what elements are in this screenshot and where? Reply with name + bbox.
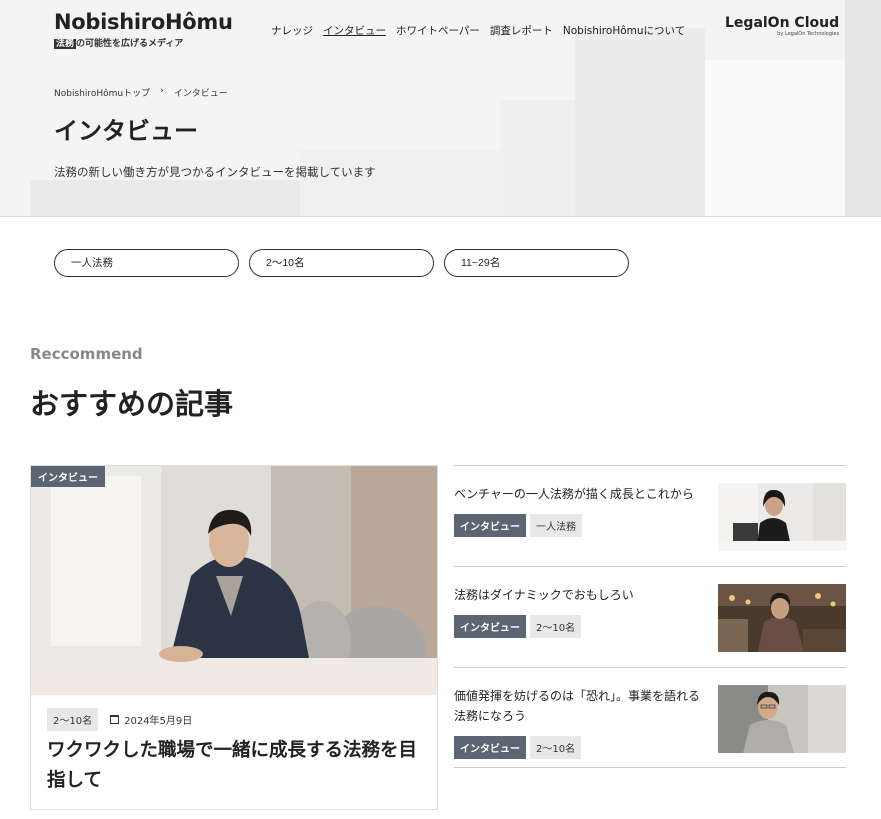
article-text: 価値発揮を妨げるのは「恐れ」。事業を語れる法務になろう インタビュー 2〜10名 (454, 686, 704, 759)
legalon-cloud-logo[interactable]: LegalOn Cloud by LegalOn Technologies (725, 15, 839, 37)
size-tag[interactable]: 2〜10名 (530, 736, 582, 759)
page-title: インタビュー (54, 117, 198, 145)
article-text: ベンチャーの一人法務が描く成長とこれから インタビュー 一人法務 (454, 484, 704, 537)
article-category-flag: インタビュー (31, 466, 105, 487)
article-title[interactable]: 法務はダイナミックでおもしろい (454, 585, 704, 605)
size-tag[interactable]: 2〜10名 (47, 708, 99, 731)
man-in-cafe-photo (718, 584, 846, 652)
list-item[interactable]: ベンチャーの一人法務が描く成長とこれから インタビュー 一人法務 (454, 465, 846, 566)
hero-decoration (30, 180, 300, 216)
filter-solo-legal[interactable]: 一人法務 (54, 249, 239, 277)
logo-tagline-highlight: 法務 (54, 39, 77, 49)
breadcrumb-current: インタビュー (173, 89, 228, 99)
hero-decoration (705, 60, 845, 216)
featured-article-meta: 2〜10名 2024年5月9日 (47, 708, 192, 731)
recommended-article-list: ベンチャーの一人法務が描く成長とこれから インタビュー 一人法務 法務はダイナミ… (454, 465, 846, 768)
breadcrumb: NobishiroHômuトップ › インタビュー (54, 86, 228, 99)
featured-article-photo (31, 466, 437, 695)
article-title[interactable]: 価値発揮を妨げるのは「恐れ」。事業を語れる法務になろう (454, 686, 704, 726)
article-thumbnail[interactable] (718, 685, 846, 753)
filter-pills: 一人法務 2〜10名 11~29名 (54, 249, 629, 277)
nav-knowledge[interactable]: ナレッジ (271, 23, 313, 38)
article-text: 法務はダイナミックでおもしろい インタビュー 2〜10名 (454, 585, 704, 638)
hero-decoration (300, 150, 500, 216)
man-in-meeting-room-photo (31, 466, 437, 695)
site-logo[interactable]: NobishiroHômu 法務 の可能性を広げるメディア (54, 10, 233, 49)
section-title: おすすめの記事 (30, 387, 234, 421)
hero-decoration (575, 28, 705, 216)
article-tags: インタビュー 一人法務 (454, 514, 704, 537)
filter-11-29[interactable]: 11~29名 (444, 249, 629, 277)
article-thumbnail[interactable] (718, 483, 846, 551)
logo-tagline: 法務 の可能性を広げるメディア (54, 36, 233, 49)
article-thumbnail[interactable] (718, 584, 846, 652)
category-tag[interactable]: インタビュー (454, 615, 526, 638)
article-tags: インタビュー 2〜10名 (454, 615, 704, 638)
category-tag[interactable]: インタビュー (454, 736, 526, 759)
global-nav: ナレッジ インタビュー ホワイトペーパー 調査レポート NobishiroHôm… (271, 23, 685, 38)
breadcrumb-home[interactable]: NobishiroHômuトップ (54, 86, 150, 99)
filter-2-10[interactable]: 2〜10名 (249, 249, 434, 277)
logo-tagline-text: の可能性を広げるメディア (76, 39, 184, 49)
logo-title: NobishiroHômu (54, 10, 233, 34)
brand-name: LegalOn Cloud (725, 15, 840, 31)
article-title[interactable]: ベンチャーの一人法務が描く成長とこれから (454, 484, 704, 504)
featured-article-title[interactable]: ワクワクした職場で一緒に成長する法務を目指して (47, 736, 422, 796)
calendar-icon (110, 715, 120, 724)
page-hero: NobishiroHômu 法務 の可能性を広げるメディア ナレッジ インタビュー… (0, 0, 881, 217)
woman-at-table-photo (718, 483, 846, 551)
nav-about[interactable]: NobishiroHômuについて (563, 23, 685, 38)
nav-research-report[interactable]: 調査レポート (490, 23, 553, 38)
brand-byline: by LegalOn Technologies (777, 31, 840, 37)
chevron-right-icon: › (160, 86, 164, 96)
man-with-glasses-photo (718, 685, 846, 753)
hero-decoration (500, 100, 575, 216)
size-tag[interactable]: 一人法務 (530, 514, 582, 537)
article-tags: インタビュー 2〜10名 (454, 736, 704, 759)
list-item[interactable]: 法務はダイナミックでおもしろい インタビュー 2〜10名 (454, 566, 846, 667)
list-item[interactable]: 価値発揮を妨げるのは「恐れ」。事業を語れる法務になろう インタビュー 2〜10名 (454, 667, 846, 768)
nav-whitepaper[interactable]: ホワイトペーパー (396, 23, 480, 38)
publish-date-text: 2024年5月9日 (124, 716, 193, 727)
page-lead: 法務の新しい働き方が見つかるインタビューを掲載しています (54, 165, 376, 179)
hero-decoration (845, 0, 881, 216)
nav-interview[interactable]: インタビュー (323, 23, 386, 38)
publish-date: 2024年5月9日 (110, 712, 192, 727)
section-eyebrow: Reccommend (30, 345, 143, 363)
category-tag[interactable]: インタビュー (454, 514, 526, 537)
featured-article-card[interactable]: インタビュー 2〜10名 2024年5月9日 ワクワクした職場で一緒に成長する法… (30, 465, 438, 810)
size-tag[interactable]: 2〜10名 (530, 615, 582, 638)
